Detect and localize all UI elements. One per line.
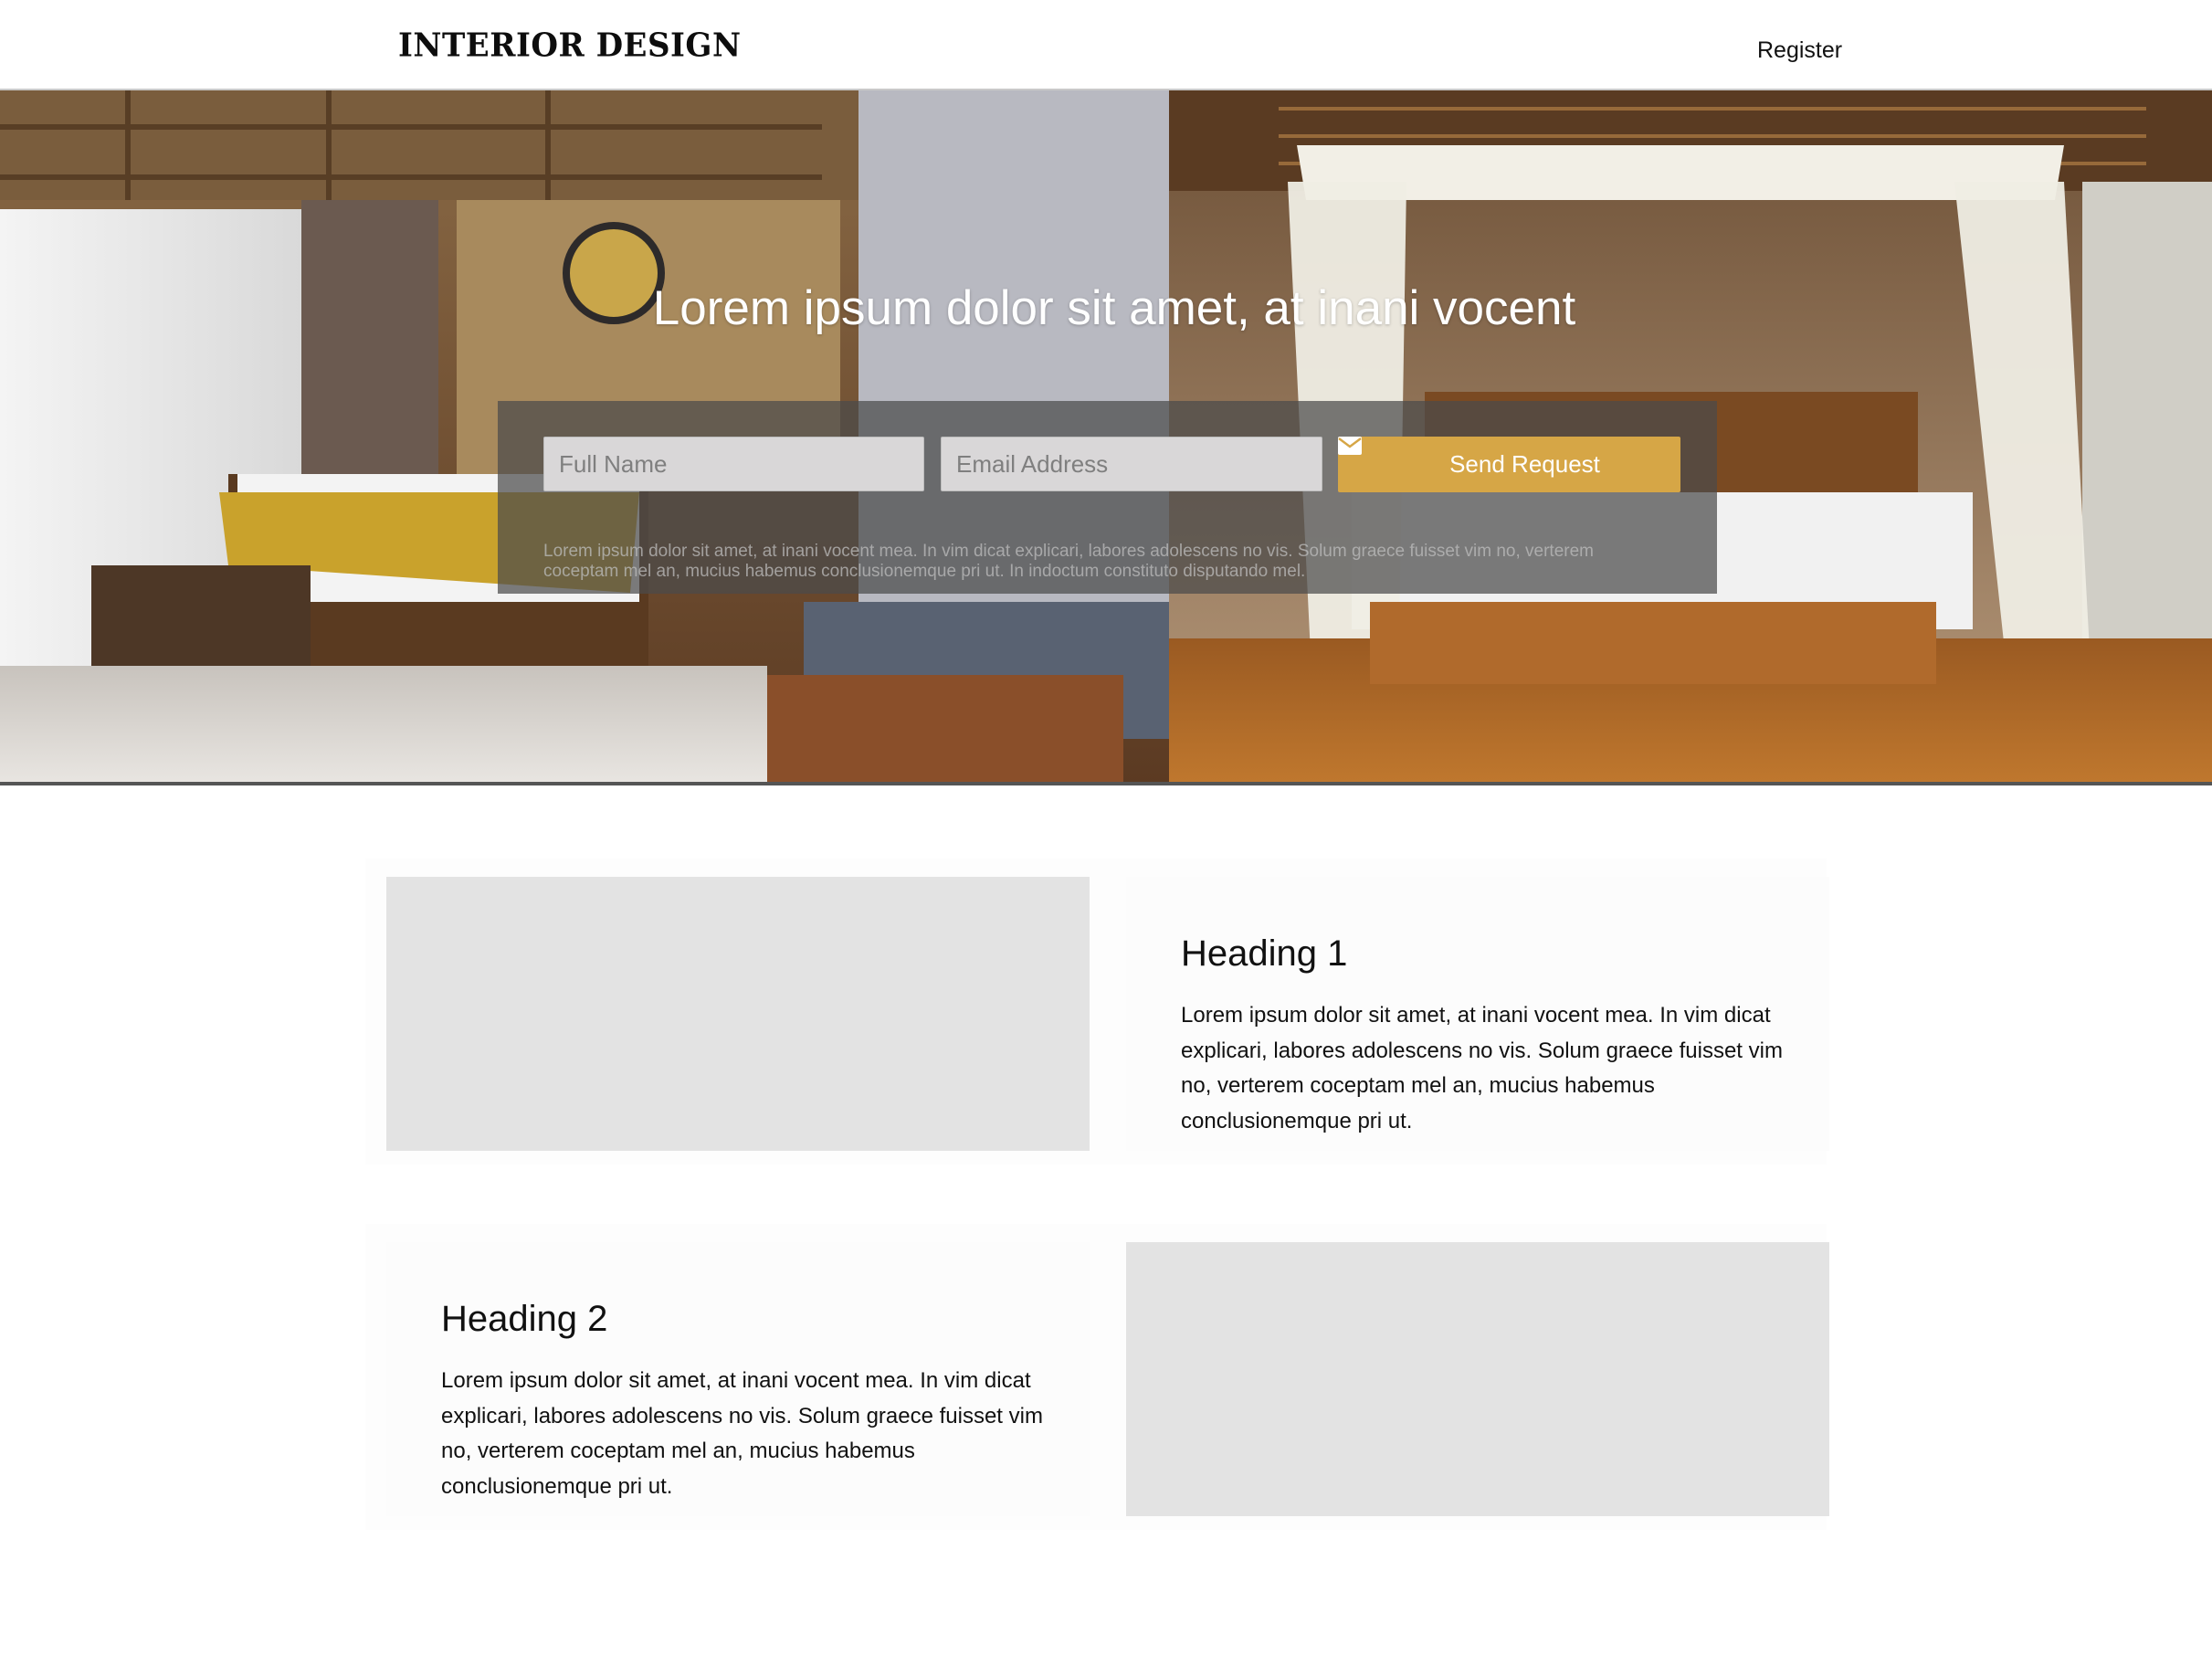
section-heading-2: Heading 2 [441,1299,608,1339]
feature-section-1: Heading 1 Lorem ipsum dolor sit amet, at… [365,859,1829,1165]
hero-banner: Lorem ipsum dolor sit amet, at inani voc… [0,90,2212,785]
text-card-1: Heading 1 Lorem ipsum dolor sit amet, at… [1126,877,1829,1151]
hero-title: Lorem ipsum dolor sit amet, at inani voc… [652,280,1576,335]
site-header: INTERIOR DESIGN Register [0,0,2212,90]
feature-section-2: Heading 2 Lorem ipsum dolor sit amet, at… [365,1224,1829,1530]
section-body-1: Lorem ipsum dolor sit amet, at inani voc… [1181,1003,1783,1133]
text-card-2: Heading 2 Lorem ipsum dolor sit amet, at… [386,1242,1090,1516]
image-placeholder-1 [386,877,1090,1151]
request-form: Send Request Lorem ipsum dolor sit amet,… [498,401,1717,594]
envelope-icon [1338,437,1442,474]
send-request-button[interactable]: Send Request [1338,437,1680,492]
email-address-input[interactable] [941,437,1322,491]
image-placeholder-2 [1126,1242,1829,1516]
form-note: Lorem ipsum dolor sit amet, at inani voc… [543,542,1595,581]
brand-logo[interactable]: INTERIOR DESIGN [398,26,742,65]
full-name-input[interactable] [543,437,924,491]
section-body-2: Lorem ipsum dolor sit amet, at inani voc… [441,1368,1043,1499]
section-heading-1: Heading 1 [1181,933,1348,974]
register-link[interactable]: Register [1757,37,1842,64]
send-request-label: Send Request [1449,450,1600,478]
